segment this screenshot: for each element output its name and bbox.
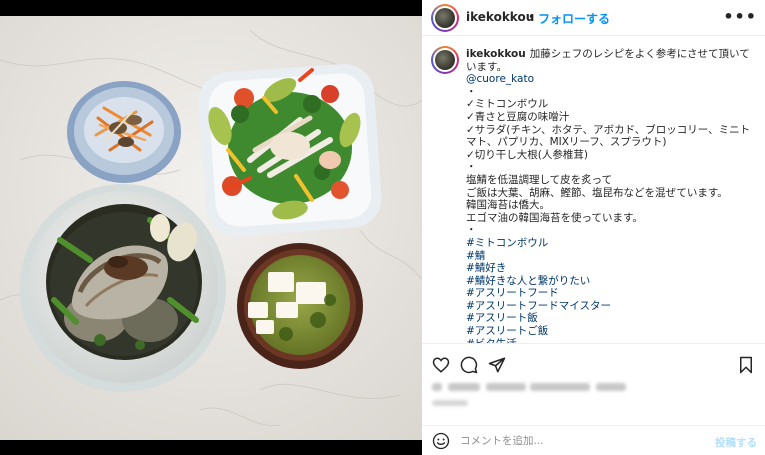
blurred-text xyxy=(596,383,626,391)
caption-line: ・ xyxy=(466,161,477,174)
bookmark-icon[interactable] xyxy=(737,356,755,374)
follow-button[interactable]: フォローする xyxy=(538,10,610,27)
caption-line: ✓サラダ(チキン、ホタテ、アボカド、ブロッコリー、ミニトマト、パプリカ、MIXリ… xyxy=(466,123,751,149)
caption-first-line: ikekokkou 加藤シェフのレシピをよく参考にさせて頂いています。 xyxy=(466,48,758,73)
caption-line: エゴマ油の韓国海苔を使っています。 xyxy=(466,211,643,224)
heart-icon[interactable] xyxy=(432,356,450,374)
hashtag-link[interactable]: #アスリート飯 xyxy=(466,312,758,325)
caption-line: ✓ミトコンボウル xyxy=(466,98,549,111)
header-separator: • xyxy=(528,10,536,24)
post-date-blurred xyxy=(432,400,468,406)
caption-line: ・ xyxy=(466,85,477,98)
post-photo[interactable] xyxy=(0,0,422,455)
hashtag-list: #ミトコンボウル #鯖 #鯖好き #鯖好きな人と繋がりたい #アスリートフード #アスリー… xyxy=(466,237,758,343)
caption-lines: ・ ✓ミトコンボウル ✓青さと豆腐の味噌汁 ✓サラダ(チキン、ホタテ、アボカド、ブロッ… xyxy=(466,86,758,237)
avatar[interactable] xyxy=(431,4,459,32)
hashtag-link[interactable]: #鯖好きな人と繋がりたい xyxy=(466,275,758,288)
comment-icon[interactable] xyxy=(460,356,478,374)
caption-line: ✓青さと豆腐の味噌汁 xyxy=(466,110,570,123)
blurred-text xyxy=(530,383,590,391)
header-username[interactable]: ikekokkou xyxy=(466,10,534,24)
hashtag-link[interactable]: #鯖好き xyxy=(466,262,758,275)
caption-line: 韓国海苔は僑大。 xyxy=(466,199,550,212)
post-sidebar: ikekokkou • フォローする ••• ikekokkou 加藤シェフのレシ… xyxy=(422,0,765,455)
caption-line: ✓切り干し大根(人参椎茸) xyxy=(466,148,588,161)
likes-summary-blurred xyxy=(432,381,632,393)
blurred-text xyxy=(448,383,480,391)
food-photo-image xyxy=(0,0,422,455)
caption-line: ・ xyxy=(466,224,477,237)
hashtag-link[interactable]: #鯖 xyxy=(466,250,758,263)
hashtag-link[interactable]: #アスリートご飯 xyxy=(466,325,758,338)
caption-line: 塩鯖を低温調理して皮を炙って xyxy=(466,173,613,186)
hashtag-link[interactable]: #アスリートフード xyxy=(466,287,758,300)
comment-input[interactable] xyxy=(460,431,700,451)
caption-body: ikekokkou 加藤シェフのレシピをよく参考にさせて頂いています。 @cuor… xyxy=(466,48,758,343)
caption-avatar[interactable] xyxy=(431,46,459,74)
blurred-text xyxy=(432,383,442,391)
hashtag-link[interactable]: #アスリートフードマイスター xyxy=(466,300,758,313)
action-bar xyxy=(422,343,765,383)
emoji-icon[interactable] xyxy=(432,432,450,450)
caption-section: ikekokkou 加藤シェフのレシピをよく参考にさせて頂いています。 @cuor… xyxy=(422,37,765,343)
hashtag-link[interactable]: #ミトコンボウル xyxy=(466,237,758,250)
post-comment-button[interactable]: 投稿する xyxy=(715,435,757,450)
share-icon[interactable] xyxy=(488,356,506,374)
mention-link[interactable]: @cuore_kato xyxy=(466,73,758,86)
caption-username[interactable]: ikekokkou xyxy=(466,48,526,60)
blurred-text xyxy=(486,383,526,391)
comment-bar: 投稿する xyxy=(422,425,765,455)
post-header: ikekokkou • フォローする ••• xyxy=(422,0,765,36)
caption-line: ご飯は大葉、胡麻、鰹節、塩昆布などを混ぜています。 xyxy=(466,186,728,199)
more-options-icon[interactable]: ••• xyxy=(723,7,757,26)
